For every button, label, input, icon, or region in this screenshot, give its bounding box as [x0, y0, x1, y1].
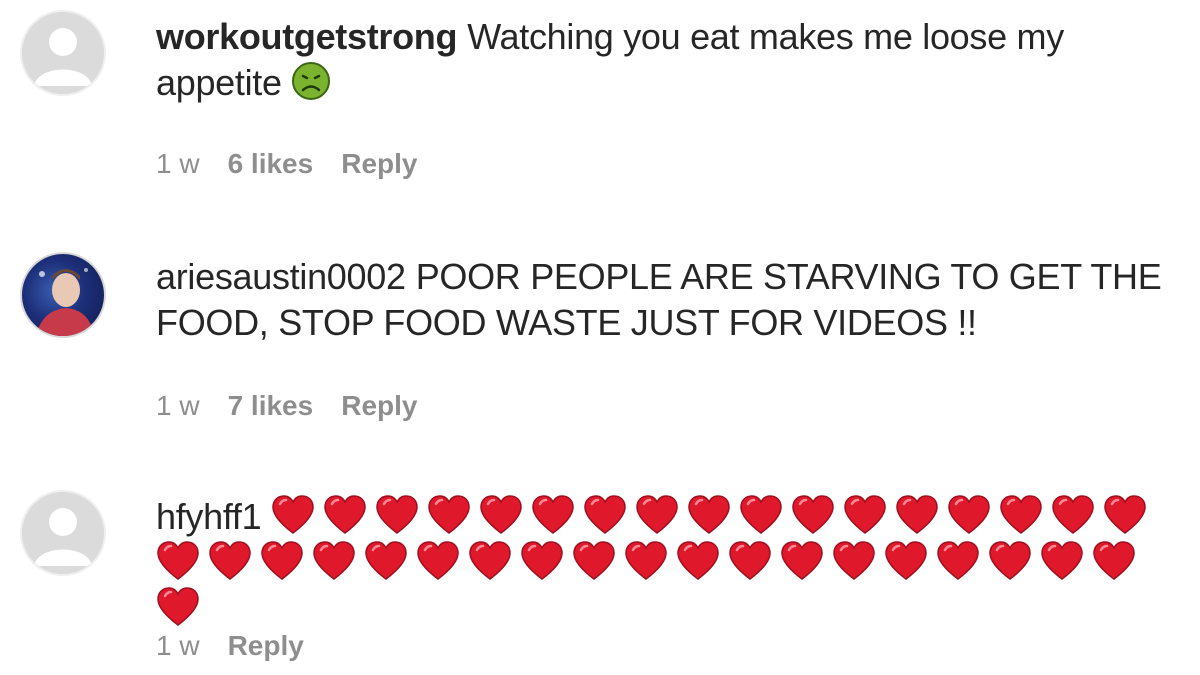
red-heart-icon [988, 541, 1032, 581]
red-heart-icon [468, 541, 512, 581]
reply-button[interactable]: Reply [228, 630, 304, 661]
username[interactable]: ariesaustin0002 [156, 256, 406, 297]
nauseated-face-icon [291, 61, 331, 112]
red-heart-icon [635, 495, 679, 535]
avatar[interactable] [20, 252, 106, 338]
red-heart-icon [739, 495, 783, 535]
avatar[interactable] [20, 490, 106, 576]
red-heart-icon [1051, 495, 1095, 535]
red-heart-icon [427, 495, 471, 535]
red-heart-icon [624, 541, 668, 581]
comment-list: workoutgetstrong Watching you eat makes m… [0, 0, 1200, 675]
red-heart-icon [999, 495, 1043, 535]
red-heart-icon [1092, 541, 1136, 581]
comment-body: ariesaustin0002 POOR PEOPLE ARE STARVING … [156, 254, 1166, 346]
red-heart-icon [416, 541, 460, 581]
red-heart-icon [843, 495, 887, 535]
comment-body: hfyhff1 [156, 494, 1166, 632]
red-heart-icon [895, 495, 939, 535]
timestamp[interactable]: 1 w [156, 390, 200, 421]
comment-meta: 1 w 7 likes Reply [156, 390, 445, 422]
red-heart-icon [1040, 541, 1084, 581]
red-heart-icon [364, 541, 408, 581]
red-heart-icon [947, 495, 991, 535]
reply-button[interactable]: Reply [341, 148, 417, 179]
red-heart-icon [208, 541, 252, 581]
red-heart-icon [479, 495, 523, 535]
red-heart-icon [936, 541, 980, 581]
avatar[interactable] [20, 10, 106, 96]
comment-body: workoutgetstrong Watching you eat makes m… [156, 14, 1166, 112]
timestamp[interactable]: 1 w [156, 148, 200, 179]
red-heart-icon [1103, 495, 1147, 535]
comment-meta: 1 w 6 likes Reply [156, 148, 445, 180]
red-heart-icon [312, 541, 356, 581]
red-heart-icon [271, 495, 315, 535]
username[interactable]: hfyhff1 [156, 496, 262, 537]
red-heart-icon [572, 541, 616, 581]
red-heart-icon [520, 541, 564, 581]
red-heart-icon [728, 541, 772, 581]
red-heart-icon [687, 495, 731, 535]
red-heart-icon [323, 495, 367, 535]
red-heart-icon [676, 541, 720, 581]
comment-meta: 1 w Reply [156, 630, 332, 662]
default-avatar-icon [34, 508, 92, 566]
likes-count[interactable]: 7 likes [228, 390, 314, 421]
username[interactable]: workoutgetstrong [156, 16, 457, 57]
red-heart-icon [791, 495, 835, 535]
hearts-row [156, 495, 1155, 629]
profile-photo [36, 268, 94, 336]
red-heart-icon [156, 541, 200, 581]
red-heart-icon [375, 495, 419, 535]
default-avatar-icon [34, 28, 92, 86]
reply-button[interactable]: Reply [341, 390, 417, 421]
timestamp[interactable]: 1 w [156, 630, 200, 661]
likes-count[interactable]: 6 likes [228, 148, 314, 179]
red-heart-icon [884, 541, 928, 581]
red-heart-icon [156, 587, 200, 627]
red-heart-icon [531, 495, 575, 535]
red-heart-icon [832, 541, 876, 581]
red-heart-icon [260, 541, 304, 581]
red-heart-icon [780, 541, 824, 581]
red-heart-icon [583, 495, 627, 535]
